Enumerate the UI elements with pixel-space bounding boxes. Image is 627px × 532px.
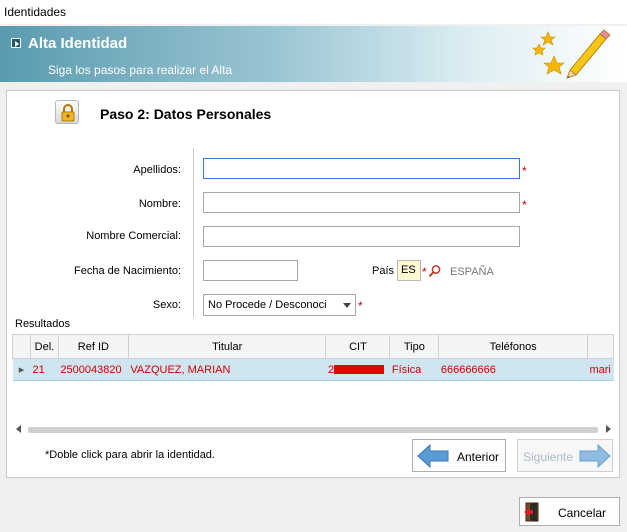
chevron-down-icon (343, 303, 351, 308)
scrollbar-thumb[interactable] (28, 427, 598, 433)
pais-required-mark: * (422, 265, 427, 279)
double-click-hint: *Doble click para abrir la identidad. (45, 449, 215, 461)
cell-tipo: Física (389, 358, 439, 381)
lock-icon (55, 100, 79, 124)
form-divider (193, 148, 194, 318)
cancelar-button[interactable]: Cancelar (519, 497, 620, 526)
apellidos-required-mark: * (522, 164, 527, 178)
arrow-left-icon (417, 444, 449, 468)
pais-code-input[interactable]: ES (397, 260, 421, 281)
horizontal-scrollbar[interactable] (12, 424, 614, 436)
wizard-title: Alta Identidad (28, 35, 128, 52)
cell-extra: mari (587, 358, 614, 381)
nombre-label: Nombre: (138, 198, 181, 210)
fecha-nacimiento-label: Fecha de Nacimiento: (74, 265, 181, 277)
nombre-required-mark: * (522, 198, 527, 212)
fecha-nacimiento-input[interactable] (203, 260, 298, 281)
cell-ref-id: 2500043820 (58, 358, 129, 381)
sexo-select[interactable]: No Procede / Desconoci (203, 294, 356, 316)
window-title: Identidades (0, 0, 627, 24)
redaction-bar (334, 365, 385, 375)
exit-door-icon (524, 502, 539, 522)
nombre-comercial-input[interactable] (203, 226, 520, 247)
cell-titular: VAZQUEZ, MARIAN (128, 358, 326, 381)
row-pointer-icon: ▸ (12, 358, 31, 381)
pais-name: ESPAÑA (450, 266, 494, 278)
sexo-label: Sexo: (152, 299, 181, 311)
anterior-label: Anterior (457, 450, 500, 464)
wizard-header: Alta Identidad Siga los pasos para reali… (0, 26, 627, 82)
wizard-subtitle: Siga los pasos para realizar el Alta (48, 63, 233, 77)
pais-label: País (372, 265, 395, 277)
results-grid: Del. Ref ID Titular CIT Tipo Teléfonos ▸… (12, 334, 615, 422)
sexo-selected-value: No Procede / Desconoci (208, 299, 327, 311)
arrow-right-icon (579, 444, 611, 468)
apellidos-input[interactable] (203, 158, 520, 179)
column-header-extra[interactable] (586, 334, 615, 359)
results-label: Resultados (15, 318, 71, 330)
apellidos-label: Apellidos: (133, 164, 181, 176)
scroll-left-icon[interactable] (16, 425, 21, 433)
cell-telefonos: 666666666 (438, 358, 588, 381)
column-header-cit[interactable]: CIT (325, 334, 391, 359)
stars-pencil-icon (532, 29, 611, 79)
nombre-input[interactable] (203, 192, 520, 213)
cell-del: 21 (30, 358, 59, 381)
siguiente-button[interactable]: Siguiente (517, 439, 613, 472)
column-header-del[interactable]: Del. (29, 334, 59, 359)
results-header-row: Del. Ref ID Titular CIT Tipo Teléfonos (12, 334, 615, 359)
nombre-comercial-label: Nombre Comercial: (86, 230, 181, 242)
cancelar-label: Cancelar (558, 506, 607, 520)
column-header-titular[interactable]: Titular (127, 334, 327, 359)
anterior-button[interactable]: Anterior (412, 439, 506, 472)
column-header-ref-id[interactable]: Ref ID (57, 334, 129, 359)
sexo-required-mark: * (358, 299, 363, 313)
row-indicator-header (12, 334, 31, 359)
cell-cit: 2 (325, 358, 390, 381)
column-header-tipo[interactable]: Tipo (389, 334, 440, 359)
table-row[interactable]: ▸ 21 2500043820 VAZQUEZ, MARIAN 2 Física… (12, 358, 614, 381)
siguiente-label: Siguiente (523, 450, 574, 464)
column-header-telefonos[interactable]: Teléfonos (438, 334, 588, 359)
header-bullet-icon (11, 38, 21, 48)
scroll-right-icon[interactable] (606, 425, 611, 433)
step-title: Paso 2: Datos Personales (100, 106, 272, 122)
search-icon[interactable] (428, 264, 442, 278)
